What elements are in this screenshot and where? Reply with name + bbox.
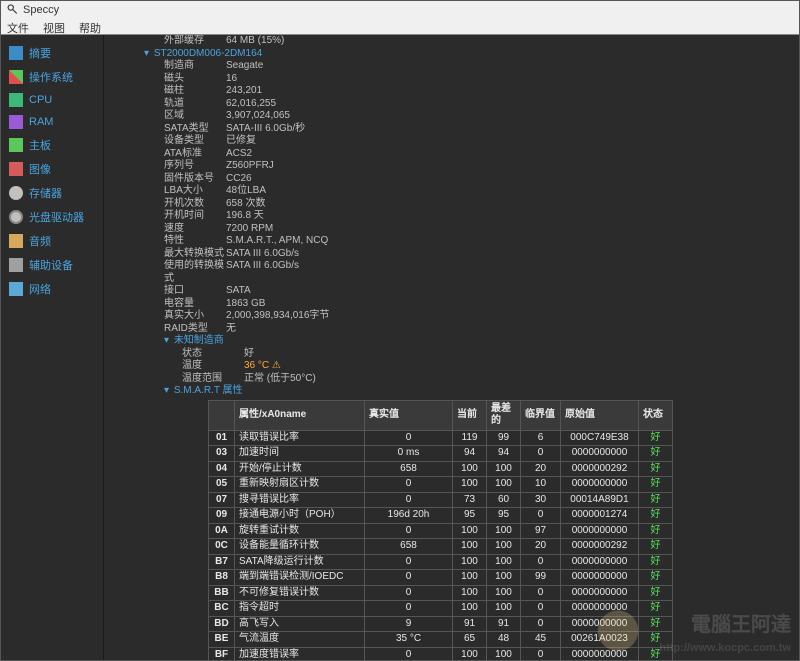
table-header: 当前 [453, 400, 487, 430]
table-row: 0A旋转重试计数0100100970000000000好 [209, 523, 673, 539]
table-header: 最差的 [487, 400, 521, 430]
table-row: B8端到端错误检测/IOEDC0100100990000000000好 [209, 570, 673, 586]
table-row: 04开始/停止计数658100100200000000292好 [209, 461, 673, 477]
status-row: 状态 好 [182, 348, 789, 361]
drive-info-row: 制造商Seagate [164, 60, 789, 73]
table-header: 属性/xA0name [235, 400, 365, 430]
titlebar: Speccy [1, 1, 799, 19]
table-row: 09接通电源小时（POH）196d 20h959500000001274好 [209, 508, 673, 524]
table-row: B7SATA降级运行计数010010000000000000好 [209, 554, 673, 570]
table-row: 07搜寻错误比率073603000014A89D1好 [209, 492, 673, 508]
os-icon [9, 70, 23, 84]
table-row: 05重新映射扇区计数0100100100000000000好 [209, 477, 673, 493]
smart-table: 属性/xA0name真实值当前最差的临界值原始值状态 01读取错误比率01199… [208, 400, 673, 661]
sidebar-item-odd[interactable]: 光盘驱动器 [1, 205, 103, 229]
temp-row: 温度 36 °C ⚠ [182, 360, 789, 373]
table-row: BC指令超时010010000000000000好 [209, 601, 673, 617]
cpu-icon [9, 93, 23, 107]
app-icon [7, 3, 19, 18]
drive-info-row: 开机次数658 次数 [164, 198, 789, 211]
table-row: 01读取错误比率0119996000C749E38好 [209, 430, 673, 446]
drive-info-row: LBA大小48位LBA [164, 185, 789, 198]
sidebar-item-ram[interactable]: RAM [1, 111, 103, 133]
chevron-down-icon: ▾ [164, 335, 169, 346]
summary-icon [9, 46, 23, 60]
periph-icon [9, 258, 23, 272]
sidebar-item-gfx[interactable]: 图像 [1, 157, 103, 181]
temp-range-row: 温度范围 正常 (低于50°C) [182, 373, 789, 386]
sidebar-item-os[interactable]: 操作系统 [1, 65, 103, 89]
drive-info-row: 序列号Z560PFRJ [164, 160, 789, 173]
drive-info-row: 速度7200 RPM [164, 223, 789, 236]
storage-icon [9, 186, 23, 200]
drive-info-row: 接口SATA [164, 285, 789, 298]
drive-info-row: 最大转换模式SATA III 6.0Gb/s [164, 248, 789, 261]
table-header: 状态 [639, 400, 673, 430]
drive-node[interactable]: ▾ ST2000DM006-2DM164 [144, 48, 789, 61]
sidebar-item-summary[interactable]: 摘要 [1, 41, 103, 65]
drive-info-row: ATA标准ACS2 [164, 148, 789, 161]
drive-info-row: RAID类型无 [164, 323, 789, 336]
drive-name[interactable]: ST2000DM006-2DM164 [154, 48, 262, 59]
drive-info-row: 电容量1863 GB [164, 298, 789, 311]
cache-row: 外部缓存 64 MB (15%) [164, 35, 789, 48]
table-header: 真实值 [365, 400, 453, 430]
drive-info-row: 使用的转换模式SATA III 6.0Gb/s [164, 260, 789, 285]
drive-info-row: 磁头16 [164, 73, 789, 86]
mb-icon [9, 138, 23, 152]
sidebar-item-periph[interactable]: 辅助设备 [1, 253, 103, 277]
drive-info-row: 固件版本号CC26 [164, 173, 789, 186]
sidebar-item-audio[interactable]: 音频 [1, 229, 103, 253]
sidebar-item-cpu[interactable]: CPU [1, 89, 103, 111]
unknown-mfr-node[interactable]: ▾ 未知制造商 [164, 335, 789, 348]
menu-help[interactable]: 帮助 [79, 20, 101, 33]
table-header: 临界值 [521, 400, 561, 430]
menubar: 文件 视图 帮助 [1, 19, 799, 35]
sidebar: 摘要 操作系统 CPU RAM 主板 图像 存储器 光盘驱动器 [1, 35, 104, 660]
table-row: BF加速度错误率010010000000000000好 [209, 647, 673, 660]
table-row: BD高飞写入9919100000000000好 [209, 616, 673, 632]
sidebar-item-net[interactable]: 网络 [1, 277, 103, 301]
content: 外部缓存 64 MB (15%) ▾ ST2000DM006-2DM164 制造… [104, 35, 799, 660]
drive-info-row: 开机时间196.8 天 [164, 210, 789, 223]
gfx-icon [9, 162, 23, 176]
drive-info-row: 磁柱243,201 [164, 85, 789, 98]
drive-info-row: 轨道62,016,255 [164, 98, 789, 111]
drive-info-row: 区域3,907,024,065 [164, 110, 789, 123]
drive-info-row: SATA类型SATA-III 6.0Gb/秒 [164, 123, 789, 136]
odd-icon [9, 210, 23, 224]
table-row: 03加速时间0 ms949400000000000好 [209, 446, 673, 462]
drive-info-row: 特性S.M.A.R.T., APM, NCQ [164, 235, 789, 248]
audio-icon [9, 234, 23, 248]
table-row: BE气流温度35 °C65484500261A0023好 [209, 632, 673, 648]
menu-file[interactable]: 文件 [7, 20, 29, 33]
menu-view[interactable]: 视图 [43, 20, 65, 33]
table-row: BB不可修复错误计数010010000000000000好 [209, 585, 673, 601]
ram-icon [9, 115, 23, 129]
smart-node[interactable]: ▾ S.M.A.R.T 属性 [164, 385, 789, 398]
chevron-down-icon: ▾ [144, 48, 149, 59]
sidebar-item-mb[interactable]: 主板 [1, 133, 103, 157]
warning-icon: ⚠ [272, 360, 281, 371]
drive-info-row: 真实大小2,000,398,934,016字节 [164, 310, 789, 323]
table-row: 0C设备能量循环计数658100100200000000292好 [209, 539, 673, 555]
chevron-down-icon: ▾ [164, 385, 169, 396]
table-header: 原始值 [561, 400, 639, 430]
window-title: Speccy [23, 4, 59, 16]
net-icon [9, 282, 23, 296]
watermark: 電腦王阿達 http://www.kocpc.com.tw [659, 613, 791, 656]
drive-info-row: 设备类型已修复 [164, 135, 789, 148]
sidebar-item-storage[interactable]: 存储器 [1, 181, 103, 205]
